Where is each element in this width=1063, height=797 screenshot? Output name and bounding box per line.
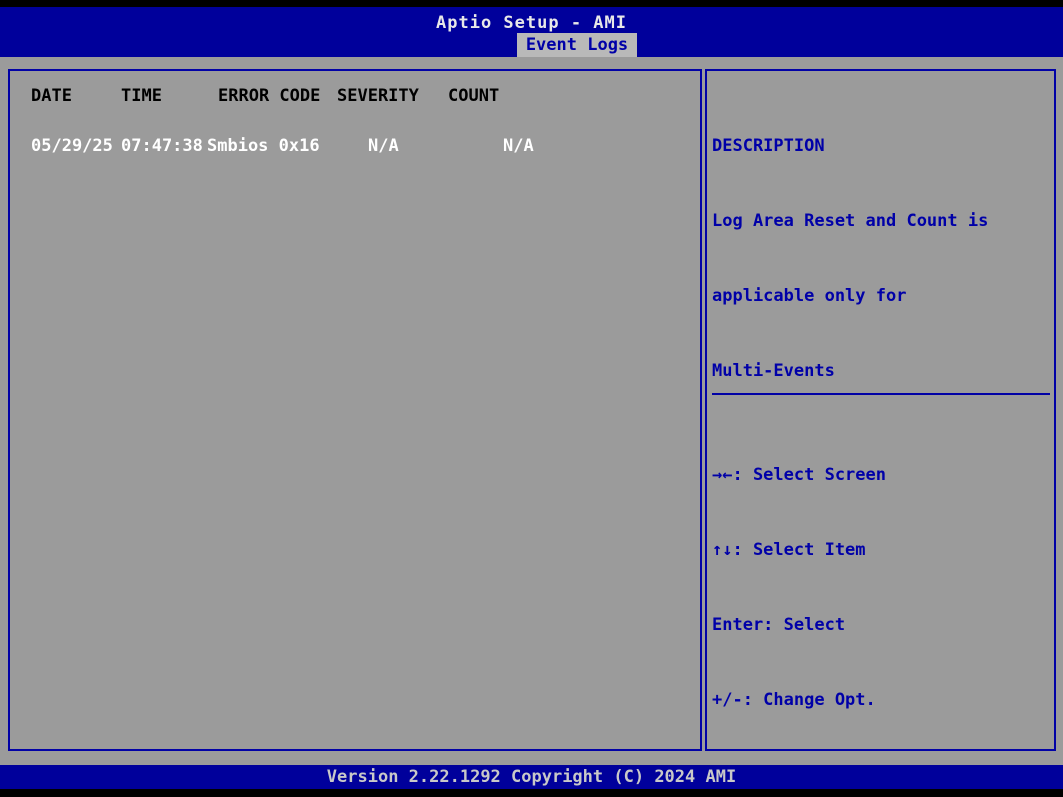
version-bar: Version 2.22.1292 Copyright (C) 2024 AMI bbox=[0, 765, 1063, 789]
description-line: applicable only for bbox=[712, 284, 1050, 309]
help-panel: DESCRIPTION Log Area Reset and Count is … bbox=[705, 69, 1056, 751]
cell-time: 07:47:38 bbox=[121, 136, 203, 156]
version-text: Version 2.22.1292 Copyright (C) 2024 AMI bbox=[327, 767, 736, 787]
hotkey-enter-select: Enter: Select bbox=[712, 613, 937, 638]
help-divider bbox=[712, 393, 1050, 395]
cell-date: 05/29/25 bbox=[31, 136, 113, 156]
app-title: Aptio Setup - AMI bbox=[0, 7, 1063, 33]
bios-setup-screen: Aptio Setup - AMI Event Logs DATE TIME E… bbox=[0, 0, 1063, 797]
hotkey-change-option: +/-: Change Opt. bbox=[712, 688, 937, 713]
column-header-date: DATE bbox=[31, 86, 72, 106]
column-header-count: COUNT bbox=[448, 86, 499, 106]
cell-count: N/A bbox=[503, 136, 534, 156]
tab-event-logs[interactable]: Event Logs bbox=[517, 33, 637, 57]
description-line: Multi-Events bbox=[712, 359, 1050, 384]
title-bar: Aptio Setup - AMI Event Logs bbox=[0, 7, 1063, 57]
hotkey-select-screen: →←: Select Screen bbox=[712, 463, 937, 488]
hotkey-select-item: ↑↓: Select Item bbox=[712, 538, 937, 563]
event-log-panel: DATE TIME ERROR CODE SEVERITY COUNT 05/2… bbox=[8, 69, 702, 751]
column-header-time: TIME bbox=[121, 86, 162, 106]
hotkey-legend: →←: Select Screen ↑↓: Select Item Enter:… bbox=[712, 413, 937, 797]
cell-error-code: Smbios 0x16 bbox=[207, 136, 320, 156]
column-header-error-code: ERROR CODE bbox=[218, 86, 320, 106]
column-header-severity: SEVERITY bbox=[337, 86, 419, 106]
description-line: Log Area Reset and Count is bbox=[712, 209, 1050, 234]
top-black-strip bbox=[0, 0, 1063, 7]
cell-severity: N/A bbox=[368, 136, 399, 156]
bottom-black-strip bbox=[0, 789, 1063, 797]
description-block: DESCRIPTION Log Area Reset and Count is … bbox=[712, 84, 1050, 434]
description-heading: DESCRIPTION bbox=[712, 134, 1050, 159]
